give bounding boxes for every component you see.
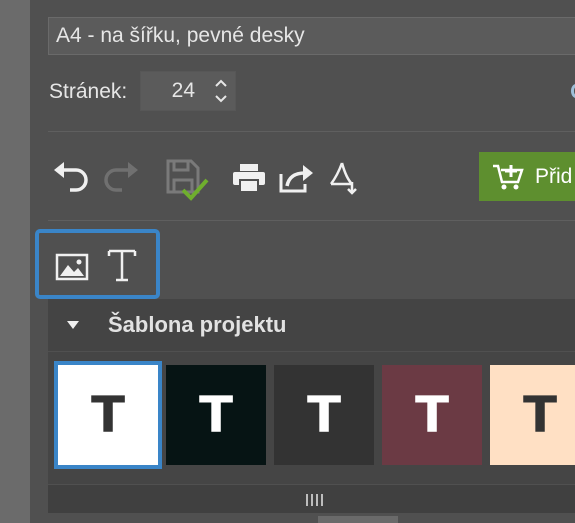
stepper-up-icon[interactable]	[214, 78, 228, 88]
stepper-down-icon[interactable]	[214, 94, 228, 104]
share-icon[interactable]	[278, 162, 316, 194]
pdf-icon[interactable]	[328, 160, 362, 196]
image-icon[interactable]	[55, 253, 89, 281]
scrollbar[interactable]	[48, 485, 575, 513]
undo-icon[interactable]	[52, 160, 90, 194]
template-swatch-letter: T	[306, 386, 342, 444]
pages-stepper[interactable]: 24	[140, 71, 236, 111]
add-to-cart-button[interactable]: Přid	[479, 152, 575, 201]
template-swatch-letter: T	[522, 386, 558, 444]
left-panel-edge	[0, 0, 30, 523]
template-swatch[interactable]: T	[166, 365, 266, 465]
template-section-title: Šablona projektu	[108, 312, 287, 337]
save-icon[interactable]	[165, 158, 211, 202]
text-icon[interactable]	[105, 247, 139, 285]
template-swatch[interactable]: T	[274, 365, 374, 465]
pages-label: Stránek:	[49, 80, 128, 103]
print-icon[interactable]	[231, 162, 267, 194]
add-to-cart-label: Přid	[535, 165, 573, 188]
template-swatch[interactable]: T	[382, 365, 482, 465]
help-icon[interactable]	[571, 84, 575, 98]
format-select[interactable]: A4 - na šířku, pevné desky	[48, 17, 575, 55]
template-swatch-letter: T	[90, 386, 126, 444]
cart-add-icon	[493, 164, 524, 190]
chevron-down-icon[interactable]	[66, 320, 80, 330]
template-swatch[interactable]: T	[54, 361, 162, 469]
template-swatch[interactable]: T	[490, 365, 575, 465]
element-tabs	[35, 229, 160, 299]
panel-bottom-edge	[318, 516, 398, 523]
template-swatch-letter: T	[414, 386, 450, 444]
pages-value[interactable]: 24	[172, 79, 195, 103]
template-section-header[interactable]: Šablona projektu	[48, 299, 575, 351]
divider	[48, 131, 575, 132]
template-swatch-letter: T	[198, 386, 234, 444]
divider	[48, 220, 575, 221]
grip-handle-icon[interactable]	[305, 493, 323, 507]
redo-icon[interactable]	[102, 160, 140, 194]
